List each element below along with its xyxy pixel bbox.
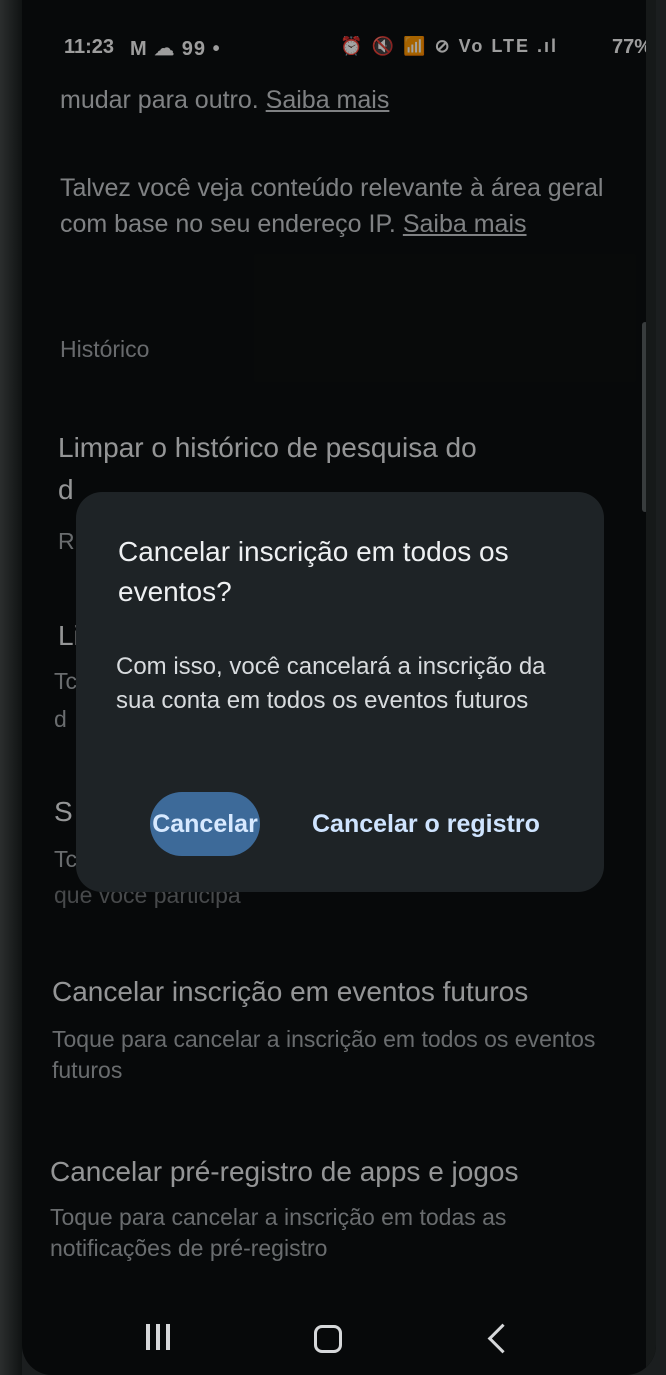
recent-apps-icon[interactable] [146, 1324, 176, 1355]
country-text-tail: mudar para outro. [60, 86, 259, 114]
cancel-registration-button[interactable]: Cancelar o registro [312, 810, 540, 839]
partial-text-r: R [58, 528, 75, 554]
cancel-preregistration-title: Cancelar pré-registro de apps e jogos [50, 1156, 519, 1187]
status-time: 11:23 [64, 36, 115, 58]
partial-text-tc-1: Tc [54, 668, 77, 694]
unsubscribe-future-title: Cancelar inscrição em eventos futuros [52, 976, 529, 1007]
history-section-header: Histórico [60, 336, 150, 362]
confirm-dialog: Cancelar inscrição em todos os eventos? … [76, 492, 604, 892]
system-status-icons: ⏰ 🔇 📶 ⊘ Vo LTE .ıl [340, 36, 558, 56]
partial-text-d: d [54, 706, 67, 732]
country-text: mudar para outro. Saiba mais [60, 82, 389, 118]
partial-text-tc-2: Tc [54, 846, 77, 872]
dialog-title: Cancelar inscrição em todos os eventos? [118, 536, 509, 607]
back-icon[interactable] [487, 1323, 518, 1354]
navigation-bar [22, 1300, 656, 1375]
notification-icons: M ☁ 99 • [130, 38, 221, 60]
phone-screen: 11:23 M ☁ 99 • ⏰ 🔇 📶 ⊘ Vo LTE .ıl 77% mu… [22, 0, 656, 1375]
partial-text-s: S [54, 796, 73, 827]
clear-history-title[interactable]: Limpar o histórico de pesquisa do [58, 432, 477, 464]
learn-more-link-1[interactable]: Saiba mais [266, 86, 390, 114]
cancel-preregistration-subtitle: Toque para cancelar a inscrição em todas… [50, 1204, 507, 1261]
phone-bezel-right [646, 0, 656, 1375]
ip-text: Talvez você veja conteúdo relevante à ár… [60, 170, 630, 242]
cancel-button[interactable]: Cancelar [150, 792, 260, 856]
learn-more-link-2[interactable]: Saiba mais [403, 210, 527, 238]
phone-bezel-left [0, 0, 22, 1375]
dialog-body: Com isso, você cancelará a inscrição da … [116, 653, 546, 714]
unsubscribe-future-subtitle: Toque para cancelar a inscrição em todos… [52, 1026, 596, 1083]
clear-history-title-cont: d [58, 474, 74, 505]
status-bar: 11:23 M ☁ 99 • ⏰ 🔇 📶 ⊘ Vo LTE .ıl 77% [64, 36, 654, 62]
home-icon[interactable] [314, 1325, 342, 1353]
